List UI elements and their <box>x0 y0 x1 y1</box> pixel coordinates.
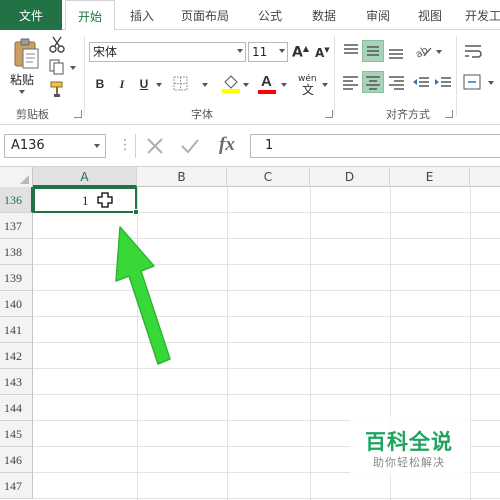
tab-page-layout[interactable]: 页面布局 <box>172 0 238 30</box>
increase-indent-icon[interactable] <box>432 71 454 93</box>
watermark-title: 百科全说 <box>365 430 453 454</box>
formula-input[interactable]: 1 <box>250 134 500 158</box>
tab-developer[interactable]: 开发工 <box>460 0 500 30</box>
borders-dropdown-icon[interactable] <box>202 83 208 87</box>
tab-home[interactable]: 开始 <box>65 0 115 31</box>
chevron-down-icon <box>279 49 285 53</box>
paste-icon[interactable] <box>12 38 40 70</box>
tab-file[interactable]: 文件 <box>0 0 62 30</box>
merge-dropdown-icon[interactable] <box>488 81 494 85</box>
merge-center-icon[interactable] <box>462 71 484 93</box>
insert-function-icon[interactable]: fx <box>219 134 235 156</box>
formula-bar: A136 ⋮ fx 1 <box>0 125 500 167</box>
chevron-down-icon[interactable] <box>94 144 100 148</box>
group-divider <box>334 36 335 116</box>
align-center-icon[interactable] <box>362 71 384 93</box>
fill-color-dropdown-icon[interactable] <box>243 83 249 87</box>
name-box-value: A136 <box>11 138 45 153</box>
orientation-icon[interactable]: ab <box>412 40 434 62</box>
paste-dropdown-icon[interactable] <box>19 90 25 94</box>
cut-icon[interactable] <box>48 35 66 53</box>
underline-dropdown-icon[interactable] <box>156 83 162 87</box>
watermark: 百科全说 助你轻松解决 <box>350 417 470 475</box>
svg-text:ab: ab <box>414 45 430 61</box>
italic-button[interactable]: I <box>113 74 131 94</box>
clipboard-group-label: 剪贴板 <box>16 108 49 121</box>
font-size-value: 11 <box>252 45 268 59</box>
phonetic-char: 文 <box>302 83 315 97</box>
borders-icon[interactable] <box>172 75 190 93</box>
font-name-select[interactable]: 宋体 <box>89 42 246 62</box>
underline-button[interactable]: U <box>135 74 153 94</box>
increase-font-size-icon[interactable]: A▲ <box>292 44 309 61</box>
confirm-entry-icon[interactable] <box>180 137 200 155</box>
format-painter-icon[interactable] <box>48 80 66 98</box>
align-top-icon[interactable] <box>340 40 362 62</box>
orientation-dropdown-icon[interactable] <box>436 50 442 54</box>
bold-button[interactable]: B <box>91 74 109 94</box>
paste-button-label[interactable]: 粘贴 <box>10 71 34 88</box>
tab-view[interactable]: 视图 <box>408 0 452 30</box>
font-color-bar <box>258 90 276 94</box>
font-launcher-icon[interactable] <box>325 110 333 118</box>
font-color-dropdown-icon[interactable] <box>281 83 287 87</box>
alignment-group-label: 对齐方式 <box>386 108 430 121</box>
tab-formulas[interactable]: 公式 <box>248 0 292 30</box>
formula-divider <box>135 134 136 158</box>
phonetic-dropdown-icon[interactable] <box>322 83 328 87</box>
phonetic-guide-icon[interactable]: wén 文 <box>298 74 317 96</box>
alignment-launcher-icon[interactable] <box>445 110 453 118</box>
align-bottom-icon[interactable] <box>385 40 407 62</box>
wrap-text-icon[interactable] <box>462 40 484 62</box>
decrease-font-size-icon[interactable]: A▼ <box>315 46 330 60</box>
spreadsheet-grid[interactable]: A B C D E 136 137 138 139 140 141 142 14… <box>0 167 500 500</box>
tab-insert[interactable]: 插入 <box>120 0 164 30</box>
ribbon-tab-bar: 文件 开始 插入 页面布局 公式 数据 审阅 视图 开发工 <box>0 0 500 31</box>
vertical-dots-icon: ⋮ <box>118 137 132 153</box>
font-color-letter: A <box>261 73 272 90</box>
copy-dropdown-icon[interactable] <box>70 66 76 70</box>
font-size-select[interactable]: 11 <box>248 42 288 62</box>
cancel-entry-icon[interactable] <box>146 137 164 155</box>
font-name-value: 宋体 <box>93 45 118 59</box>
align-left-icon[interactable] <box>340 71 362 93</box>
name-box[interactable]: A136 <box>4 134 106 158</box>
align-middle-icon[interactable] <box>362 40 384 62</box>
group-divider <box>456 36 457 116</box>
font-color-icon[interactable]: A <box>258 73 276 95</box>
font-group-label: 字体 <box>191 108 213 121</box>
clipboard-launcher-icon[interactable] <box>74 110 82 118</box>
ribbon-home: 粘贴 剪贴板 宋体 11 A▲ A▼ B I U A wén 文 字体 ab 对… <box>0 30 500 125</box>
tab-data[interactable]: 数据 <box>302 0 346 30</box>
align-right-icon[interactable] <box>385 71 407 93</box>
group-divider <box>84 36 85 116</box>
decrease-indent-icon[interactable] <box>410 71 432 93</box>
watermark-subtitle: 助你轻松解决 <box>373 456 445 469</box>
tab-review[interactable]: 审阅 <box>356 0 400 30</box>
chevron-down-icon <box>237 49 243 53</box>
copy-icon[interactable] <box>48 58 66 76</box>
fill-color-icon[interactable] <box>221 73 240 93</box>
